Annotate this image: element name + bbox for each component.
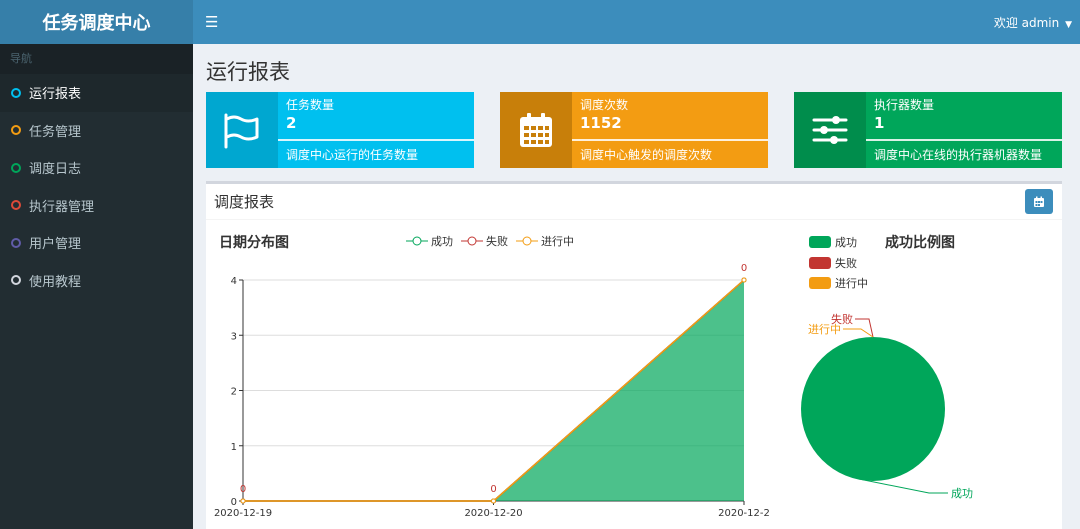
user-label: 欢迎 admin — [993, 16, 1060, 30]
page-title: 运行报表 — [206, 60, 290, 84]
data-point — [240, 498, 246, 504]
circle-icon — [11, 237, 21, 248]
pie-label: 成功 — [951, 487, 973, 500]
stat-value: 2 — [286, 114, 297, 132]
data-label: 0 — [490, 484, 496, 495]
y-tick-label: 0 — [231, 497, 237, 508]
stat-body: 执行器数量 1 调度中心在线的执行器机器数量 — [866, 92, 1062, 168]
user-menu[interactable]: 欢迎 admin ▼ — [994, 14, 1072, 31]
x-tick-label: 2020-12-2 — [718, 508, 770, 519]
circle-icon — [11, 162, 21, 173]
sidebar-item[interactable]: 执行器管理 — [0, 187, 193, 225]
y-tick-label: 3 — [231, 331, 237, 342]
caret-down-icon: ▼ — [1065, 20, 1072, 30]
sidebar-header: 导航 — [0, 44, 193, 74]
charts-canvas: 012342020-12-19 2020-12-20 2020-12-20 00成功失… — [214, 263, 973, 519]
stat-description: 调度中心在线的执行器机器数量 — [874, 148, 1043, 162]
sidebar-item[interactable]: 调度日志 — [0, 149, 193, 187]
calendar-icon — [500, 92, 572, 168]
sidebar-item-label: 执行器管理 — [29, 199, 95, 215]
menu-toggle-icon[interactable]: ☰ — [205, 13, 218, 31]
sidebar-item[interactable]: 任务管理 — [0, 112, 193, 150]
top-navbar: ☰ 欢迎 admin ▼ — [193, 0, 1080, 44]
circle-icon — [11, 87, 21, 98]
stat-value: 1 — [874, 114, 885, 132]
stat-box-task-count: 任务数量 2 调度中心运行的任务数量 — [206, 92, 474, 168]
sidebar: 导航 运行报表任务管理调度日志执行器管理用户管理使用教程 — [0, 44, 193, 529]
stat-progress — [572, 139, 768, 141]
sidebar-item-label: 运行报表 — [29, 87, 82, 103]
pie-label-line — [858, 478, 948, 494]
app-logo[interactable]: 任务调度中心 — [0, 0, 193, 44]
stat-description: 调度中心运行的任务数量 — [286, 148, 419, 162]
stat-label: 任务数量 — [286, 98, 335, 112]
stat-progress — [278, 139, 474, 141]
sliders-icon — [794, 92, 866, 168]
sidebar-item[interactable]: 使用教程 — [0, 262, 193, 300]
pie-label-line — [855, 318, 874, 338]
report-panel: 调度报表 日期分布图 成功 失败 进行中 成功 失败 进行中 成功比例图 0 1 2 3 4 20… — [206, 181, 1062, 529]
stat-progress — [866, 139, 1062, 141]
stat-description: 调度中心触发的调度次数 — [580, 148, 713, 162]
app-title: 任务调度中心 — [42, 13, 151, 34]
x-tick-label: 2020-12-19 — [214, 508, 272, 519]
data-label: 0 — [741, 263, 747, 274]
sidebar-item-label: 用户管理 — [29, 237, 82, 253]
y-tick-label: 1 — [231, 442, 237, 453]
stat-box-trigger-count: 调度次数 1152 调度中心触发的调度次数 — [500, 92, 768, 168]
x-tick-label: 2020-12-20 — [464, 508, 522, 519]
stat-box-executor-count: 执行器数量 1 调度中心在线的执行器机器数量 — [794, 92, 1062, 168]
stat-label: 执行器数量 — [874, 98, 935, 112]
sidebar-item[interactable]: 运行报表 — [0, 74, 193, 112]
sidebar-item[interactable]: 用户管理 — [0, 224, 193, 262]
pie-slice — [801, 337, 945, 481]
stat-label: 调度次数 — [580, 98, 629, 112]
data-point — [741, 277, 747, 283]
data-label: 0 — [240, 484, 246, 495]
y-tick-label: 4 — [231, 276, 237, 287]
pie-label: 进行中 — [808, 323, 841, 336]
sidebar-item-label: 使用教程 — [29, 274, 82, 290]
flag-icon — [206, 92, 278, 168]
data-point — [491, 498, 496, 504]
main-content: 运行报表 任务数量 2 调度中心运行的任务数量 调度次数 1152 调度中心触发… — [193, 44, 1080, 529]
sidebar-item-label: 任务管理 — [29, 124, 82, 140]
y-tick-label: 2 — [231, 387, 237, 398]
pie-label-line — [843, 328, 874, 338]
circle-icon — [11, 275, 21, 286]
circle-icon — [11, 200, 21, 211]
stat-value: 1152 — [580, 114, 622, 132]
stat-body: 调度次数 1152 调度中心触发的调度次数 — [572, 92, 768, 168]
sidebar-item-label: 调度日志 — [29, 162, 82, 178]
circle-icon — [11, 125, 21, 136]
stat-body: 任务数量 2 调度中心运行的任务数量 — [278, 92, 474, 168]
